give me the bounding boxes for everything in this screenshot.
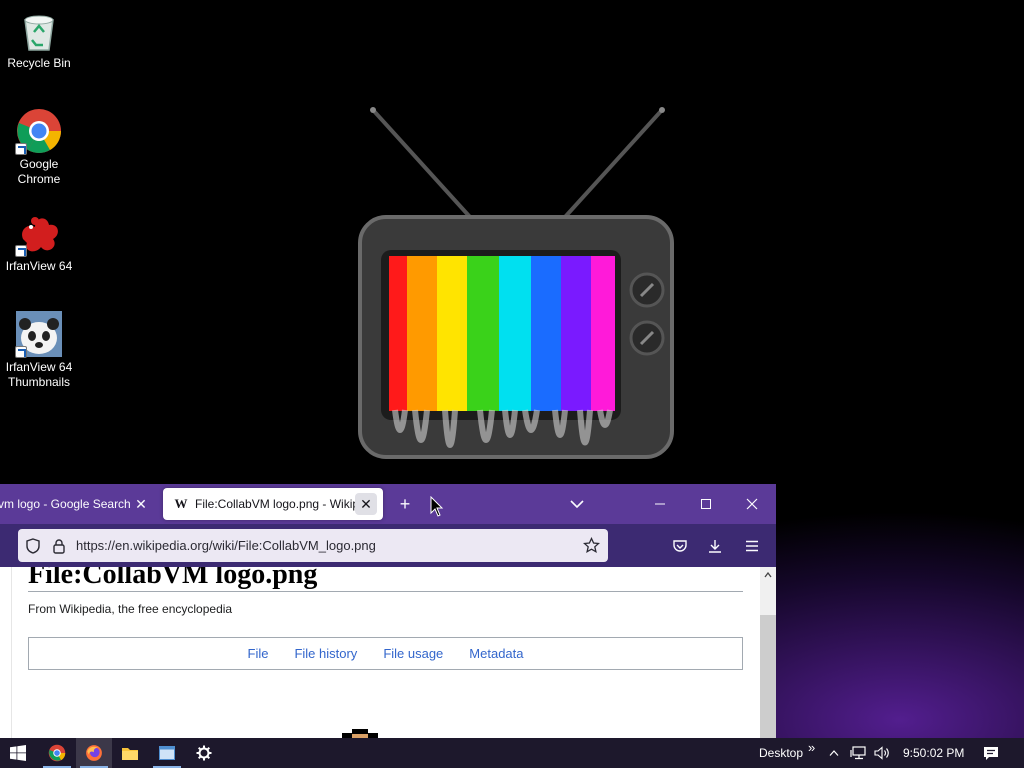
desktop-icon-label: IrfanView 64 <box>5 259 73 273</box>
list-all-tabs-button[interactable] <box>561 488 593 520</box>
page-left-gutter <box>0 567 12 738</box>
tab-close-button[interactable]: ✕ <box>130 493 152 515</box>
action-center-button[interactable] <box>974 738 1008 768</box>
recycle-bin-icon <box>15 6 63 54</box>
firefox-window: vm logo - Google Search ✕ W File:CollabV… <box>0 484 776 738</box>
mouse-cursor-icon <box>430 496 444 517</box>
settings-gear-icon <box>196 745 212 761</box>
scrollbar-thumb[interactable] <box>760 615 776 738</box>
tab-close-button[interactable]: ✕ <box>355 493 377 515</box>
windows-start-icon <box>10 745 26 761</box>
chevron-down-icon <box>570 500 584 509</box>
minimize-button[interactable] <box>637 484 683 524</box>
page-tagline: From Wikipedia, the free encyclopedia <box>28 602 233 616</box>
hamburger-menu-icon <box>746 540 758 552</box>
url-bar[interactable]: https://en.wikipedia.org/wiki/File:Colla… <box>18 529 608 562</box>
scroll-up-button[interactable] <box>760 567 776 583</box>
network-tray-button[interactable] <box>846 738 870 768</box>
tab-google-search[interactable]: vm logo - Google Search ✕ <box>0 488 158 520</box>
wikipedia-favicon-icon: W <box>174 496 188 511</box>
title-divider <box>28 591 743 592</box>
file-nav-link-file[interactable]: File <box>235 646 282 661</box>
file-nav-link-file-usage[interactable]: File usage <box>370 646 456 661</box>
tab-title: File:CollabVM logo.png - Wikipedia <box>195 497 355 511</box>
pocket-icon <box>673 540 687 552</box>
close-icon <box>746 498 758 510</box>
desktop-icon-google-chrome[interactable]: Google Chrome <box>1 107 77 187</box>
page-content: File:CollabVM logo.png From Wikipedia, t… <box>0 567 760 738</box>
irfanview-icon <box>15 209 63 257</box>
taskbar: Desktop » 9:50:02 PM <box>0 738 1024 768</box>
url-text: https://en.wikipedia.org/wiki/File:Colla… <box>76 538 376 553</box>
firefox-icon <box>86 745 102 761</box>
chrome-icon <box>15 107 63 155</box>
maximize-icon <box>701 499 711 509</box>
notification-icon <box>984 746 998 760</box>
taskbar-settings[interactable] <box>186 738 222 768</box>
network-icon <box>850 746 866 760</box>
bookmark-star-icon[interactable] <box>576 531 606 561</box>
page-title: File:CollabVM logo.png <box>28 567 318 590</box>
show-hidden-icons-button[interactable] <box>822 738 846 768</box>
chrome-icon <box>48 744 66 762</box>
desktop-icon-recycle-bin[interactable]: Recycle Bin <box>1 6 77 71</box>
shortcut-arrow-icon <box>15 346 27 358</box>
app-menu-button[interactable] <box>736 530 768 562</box>
taskbar-firefox[interactable] <box>76 738 112 768</box>
tv-wallpaper-art <box>358 107 674 459</box>
minimize-icon <box>655 503 665 505</box>
taskbar-window-app[interactable] <box>149 738 185 768</box>
volume-icon <box>874 746 889 760</box>
taskbar-file-explorer[interactable] <box>112 738 148 768</box>
new-tab-button[interactable]: + <box>389 488 421 520</box>
tab-title: vm logo - Google Search <box>0 497 130 511</box>
desktop-icon-irfanview-thumbnails[interactable]: IrfanView 64 Thumbnails <box>1 310 77 390</box>
collabvm-logo-image <box>342 729 378 738</box>
file-explorer-icon <box>122 748 138 760</box>
pocket-button[interactable] <box>664 530 696 562</box>
tracking-protection-shield-icon[interactable] <box>18 531 48 561</box>
download-icon <box>709 540 721 553</box>
file-page-nav: File File history File usage Metadata <box>28 637 743 670</box>
desktop-icon-label: Recycle Bin <box>7 56 71 70</box>
file-nav-link-metadata[interactable]: Metadata <box>456 646 536 661</box>
chevron-up-icon <box>829 750 839 756</box>
navigation-toolbar: https://en.wikipedia.org/wiki/File:Colla… <box>0 524 776 567</box>
downloads-button[interactable] <box>699 530 731 562</box>
shortcut-arrow-icon <box>15 143 27 155</box>
desktop-icon-irfanview[interactable]: IrfanView 64 <box>1 209 77 274</box>
tab-bar: vm logo - Google Search ✕ W File:CollabV… <box>0 484 776 524</box>
maximize-button[interactable] <box>683 484 729 524</box>
desktop-icon-label: IrfanView 64 Thumbnails <box>5 360 73 389</box>
volume-tray-button[interactable] <box>870 738 894 768</box>
desktop-toolbar-label[interactable]: Desktop <box>759 738 803 768</box>
close-window-button[interactable] <box>729 484 775 524</box>
window-app-icon <box>159 746 175 760</box>
taskbar-chrome[interactable] <box>39 738 75 768</box>
taskbar-clock[interactable]: 9:50:02 PM <box>903 738 964 768</box>
lock-icon[interactable] <box>48 531 70 561</box>
page-scrollbar[interactable] <box>760 567 776 738</box>
tab-wikipedia-file[interactable]: W File:CollabVM logo.png - Wikipedia ✕ <box>163 488 383 520</box>
start-button[interactable] <box>0 738 36 768</box>
file-nav-link-file-history[interactable]: File history <box>281 646 370 661</box>
toolbar-chevron-icon[interactable]: » <box>808 732 815 762</box>
irfanview-thumbnails-icon <box>15 310 63 358</box>
shortcut-arrow-icon <box>15 245 27 257</box>
chevron-up-icon <box>764 572 772 578</box>
desktop-icon-label: Google Chrome <box>17 157 61 186</box>
